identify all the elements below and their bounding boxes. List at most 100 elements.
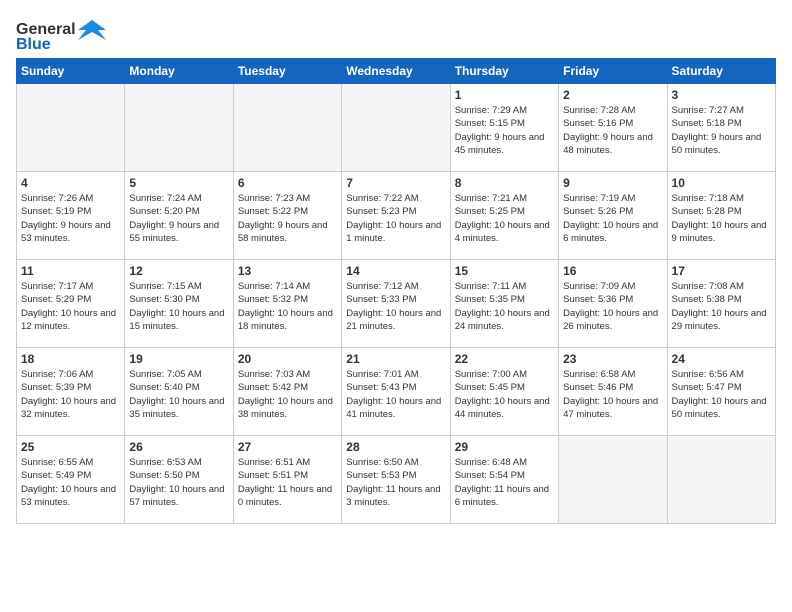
- day-info: Sunrise: 7:23 AM Sunset: 5:22 PM Dayligh…: [238, 192, 337, 245]
- week-row-1: 1 Sunrise: 7:29 AM Sunset: 5:15 PM Daylig…: [17, 84, 776, 172]
- day-number: 9: [563, 176, 662, 190]
- week-row-3: 11 Sunrise: 7:17 AM Sunset: 5:29 PM Dayli…: [17, 260, 776, 348]
- calendar-cell: 8 Sunrise: 7:21 AM Sunset: 5:25 PM Daylig…: [450, 172, 558, 260]
- day-number: 22: [455, 352, 554, 366]
- day-number: 15: [455, 264, 554, 278]
- day-info: Sunrise: 6:53 AM Sunset: 5:50 PM Dayligh…: [129, 456, 228, 509]
- day-number: 3: [672, 88, 771, 102]
- calendar-cell: 25 Sunrise: 6:55 AM Sunset: 5:49 PM Dayli…: [17, 436, 125, 524]
- calendar-cell: 28 Sunrise: 6:50 AM Sunset: 5:53 PM Dayli…: [342, 436, 450, 524]
- day-number: 19: [129, 352, 228, 366]
- calendar-cell: 27 Sunrise: 6:51 AM Sunset: 5:51 PM Dayli…: [233, 436, 341, 524]
- day-number: 13: [238, 264, 337, 278]
- calendar-cell: 10 Sunrise: 7:18 AM Sunset: 5:28 PM Dayli…: [667, 172, 775, 260]
- day-info: Sunrise: 7:24 AM Sunset: 5:20 PM Dayligh…: [129, 192, 228, 245]
- logo-bird-icon: [78, 20, 106, 40]
- day-header-monday: Monday: [125, 59, 233, 84]
- day-info: Sunrise: 7:01 AM Sunset: 5:43 PM Dayligh…: [346, 368, 445, 421]
- day-info: Sunrise: 7:12 AM Sunset: 5:33 PM Dayligh…: [346, 280, 445, 333]
- day-number: 7: [346, 176, 445, 190]
- day-number: 10: [672, 176, 771, 190]
- calendar-cell: 15 Sunrise: 7:11 AM Sunset: 5:35 PM Dayli…: [450, 260, 558, 348]
- day-info: Sunrise: 6:50 AM Sunset: 5:53 PM Dayligh…: [346, 456, 445, 509]
- day-header-friday: Friday: [559, 59, 667, 84]
- calendar-cell: 9Sunrise: 7:19 AM Sunset: 5:26 PM Daylig…: [559, 172, 667, 260]
- week-row-5: 25 Sunrise: 6:55 AM Sunset: 5:49 PM Dayli…: [17, 436, 776, 524]
- calendar-cell: 13 Sunrise: 7:14 AM Sunset: 5:32 PM Dayli…: [233, 260, 341, 348]
- calendar-cell: 21 Sunrise: 7:01 AM Sunset: 5:43 PM Dayli…: [342, 348, 450, 436]
- calendar-cell: 22 Sunrise: 7:00 AM Sunset: 5:45 PM Dayli…: [450, 348, 558, 436]
- day-info: Sunrise: 7:06 AM Sunset: 5:39 PM Dayligh…: [21, 368, 120, 421]
- calendar-cell: [667, 436, 775, 524]
- day-number: 11: [21, 264, 120, 278]
- day-number: 21: [346, 352, 445, 366]
- day-info: Sunrise: 7:09 AM Sunset: 5:36 PM Dayligh…: [563, 280, 662, 333]
- calendar-table: SundayMondayTuesdayWednesdayThursdayFrid…: [16, 58, 776, 524]
- week-row-2: 4Sunrise: 7:26 AM Sunset: 5:19 PM Daylig…: [17, 172, 776, 260]
- day-info: Sunrise: 7:15 AM Sunset: 5:30 PM Dayligh…: [129, 280, 228, 333]
- day-number: 2: [563, 88, 662, 102]
- calendar-cell: [342, 84, 450, 172]
- day-info: Sunrise: 6:51 AM Sunset: 5:51 PM Dayligh…: [238, 456, 337, 509]
- day-header-wednesday: Wednesday: [342, 59, 450, 84]
- day-info: Sunrise: 7:26 AM Sunset: 5:19 PM Dayligh…: [21, 192, 120, 245]
- calendar-cell: 26Sunrise: 6:53 AM Sunset: 5:50 PM Dayli…: [125, 436, 233, 524]
- day-number: 27: [238, 440, 337, 454]
- day-info: Sunrise: 7:21 AM Sunset: 5:25 PM Dayligh…: [455, 192, 554, 245]
- calendar-header-row: SundayMondayTuesdayWednesdayThursdayFrid…: [17, 59, 776, 84]
- day-number: 29: [455, 440, 554, 454]
- day-number: 1: [455, 88, 554, 102]
- calendar-cell: 24 Sunrise: 6:56 AM Sunset: 5:47 PM Dayli…: [667, 348, 775, 436]
- calendar-cell: 17 Sunrise: 7:08 AM Sunset: 5:38 PM Dayli…: [667, 260, 775, 348]
- calendar-cell: 6 Sunrise: 7:23 AM Sunset: 5:22 PM Daylig…: [233, 172, 341, 260]
- day-info: Sunrise: 7:03 AM Sunset: 5:42 PM Dayligh…: [238, 368, 337, 421]
- calendar-cell: 11 Sunrise: 7:17 AM Sunset: 5:29 PM Dayli…: [17, 260, 125, 348]
- day-number: 12: [129, 264, 228, 278]
- week-row-4: 18Sunrise: 7:06 AM Sunset: 5:39 PM Dayli…: [17, 348, 776, 436]
- day-info: Sunrise: 7:11 AM Sunset: 5:35 PM Dayligh…: [455, 280, 554, 333]
- day-info: Sunrise: 7:05 AM Sunset: 5:40 PM Dayligh…: [129, 368, 228, 421]
- day-number: 5: [129, 176, 228, 190]
- day-info: Sunrise: 7:17 AM Sunset: 5:29 PM Dayligh…: [21, 280, 120, 333]
- logo-blue: Blue: [16, 36, 51, 54]
- day-header-thursday: Thursday: [450, 59, 558, 84]
- day-header-tuesday: Tuesday: [233, 59, 341, 84]
- calendar-cell: 14Sunrise: 7:12 AM Sunset: 5:33 PM Dayli…: [342, 260, 450, 348]
- day-number: 6: [238, 176, 337, 190]
- day-header-sunday: Sunday: [17, 59, 125, 84]
- day-info: Sunrise: 7:29 AM Sunset: 5:15 PM Dayligh…: [455, 104, 554, 157]
- calendar-cell: 12 Sunrise: 7:15 AM Sunset: 5:30 PM Dayli…: [125, 260, 233, 348]
- calendar-cell: 5 Sunrise: 7:24 AM Sunset: 5:20 PM Daylig…: [125, 172, 233, 260]
- calendar-cell: [125, 84, 233, 172]
- calendar-body: 1 Sunrise: 7:29 AM Sunset: 5:15 PM Daylig…: [17, 84, 776, 524]
- calendar-cell: 29 Sunrise: 6:48 AM Sunset: 5:54 PM Dayli…: [450, 436, 558, 524]
- day-info: Sunrise: 7:08 AM Sunset: 5:38 PM Dayligh…: [672, 280, 771, 333]
- day-info: Sunrise: 7:18 AM Sunset: 5:28 PM Dayligh…: [672, 192, 771, 245]
- day-number: 24: [672, 352, 771, 366]
- calendar-cell: [559, 436, 667, 524]
- day-number: 23: [563, 352, 662, 366]
- day-number: 28: [346, 440, 445, 454]
- day-info: Sunrise: 7:14 AM Sunset: 5:32 PM Dayligh…: [238, 280, 337, 333]
- day-info: Sunrise: 7:28 AM Sunset: 5:16 PM Dayligh…: [563, 104, 662, 157]
- calendar-cell: 16Sunrise: 7:09 AM Sunset: 5:36 PM Dayli…: [559, 260, 667, 348]
- page-header: General Blue: [16, 16, 776, 54]
- day-number: 8: [455, 176, 554, 190]
- day-info: Sunrise: 6:55 AM Sunset: 5:49 PM Dayligh…: [21, 456, 120, 509]
- day-info: Sunrise: 6:58 AM Sunset: 5:46 PM Dayligh…: [563, 368, 662, 421]
- day-header-saturday: Saturday: [667, 59, 775, 84]
- calendar-cell: 19 Sunrise: 7:05 AM Sunset: 5:40 PM Dayli…: [125, 348, 233, 436]
- calendar-cell: [233, 84, 341, 172]
- day-info: Sunrise: 6:48 AM Sunset: 5:54 PM Dayligh…: [455, 456, 554, 509]
- calendar-cell: 2 Sunrise: 7:28 AM Sunset: 5:16 PM Daylig…: [559, 84, 667, 172]
- calendar-cell: 7 Sunrise: 7:22 AM Sunset: 5:23 PM Daylig…: [342, 172, 450, 260]
- day-info: Sunrise: 6:56 AM Sunset: 5:47 PM Dayligh…: [672, 368, 771, 421]
- calendar-cell: 1 Sunrise: 7:29 AM Sunset: 5:15 PM Daylig…: [450, 84, 558, 172]
- day-number: 25: [21, 440, 120, 454]
- day-number: 17: [672, 264, 771, 278]
- day-info: Sunrise: 7:27 AM Sunset: 5:18 PM Dayligh…: [672, 104, 771, 157]
- logo: General Blue: [16, 16, 106, 54]
- day-info: Sunrise: 7:22 AM Sunset: 5:23 PM Dayligh…: [346, 192, 445, 245]
- day-info: Sunrise: 7:00 AM Sunset: 5:45 PM Dayligh…: [455, 368, 554, 421]
- calendar-cell: [17, 84, 125, 172]
